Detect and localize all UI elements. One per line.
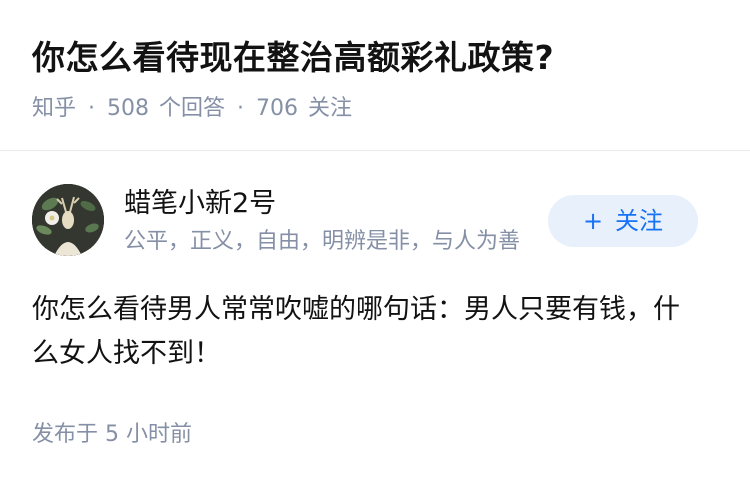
separator-dot: ·	[237, 96, 245, 121]
question-header: 你怎么看待现在整治高额彩礼政策? 知乎 · 508 个回答 · 706 关注	[0, 0, 750, 151]
follow-count: 706	[256, 96, 299, 121]
source-label[interactable]: 知乎	[32, 96, 76, 121]
author-name[interactable]: 蜡笔小新2号	[124, 184, 276, 224]
avatar[interactable]	[32, 184, 104, 256]
plus-icon: +	[582, 207, 604, 235]
follow-button[interactable]: + 关注	[548, 195, 698, 247]
publish-time-value: 5 小时前	[105, 422, 193, 447]
publish-time-prefix: 发布于	[32, 422, 99, 447]
question-title[interactable]: 你怎么看待现在整治高额彩礼政策?	[32, 34, 554, 82]
answer-count: 508	[107, 96, 150, 121]
answer-content[interactable]: 你怎么看待男人常常吹嘘的哪句话：男人只要有钱，什么女人找不到！	[32, 288, 692, 376]
follow-button-label: 关注	[615, 207, 664, 235]
question-meta: 知乎 · 508 个回答 · 706 关注	[32, 92, 352, 126]
avatar-image	[32, 184, 104, 256]
answer-count-label[interactable]: 个回答	[159, 96, 225, 121]
separator-dot: ·	[88, 96, 96, 121]
publish-time: 发布于 5 小时前	[32, 418, 192, 452]
follow-count-label: 关注	[308, 96, 353, 121]
author-bio: 公平，正义，自由，明辨是非，与人为善	[124, 229, 521, 254]
answer-author: 蜡笔小新2号 公平，正义，自由，明辨是非，与人为善 + 关注	[32, 184, 722, 258]
